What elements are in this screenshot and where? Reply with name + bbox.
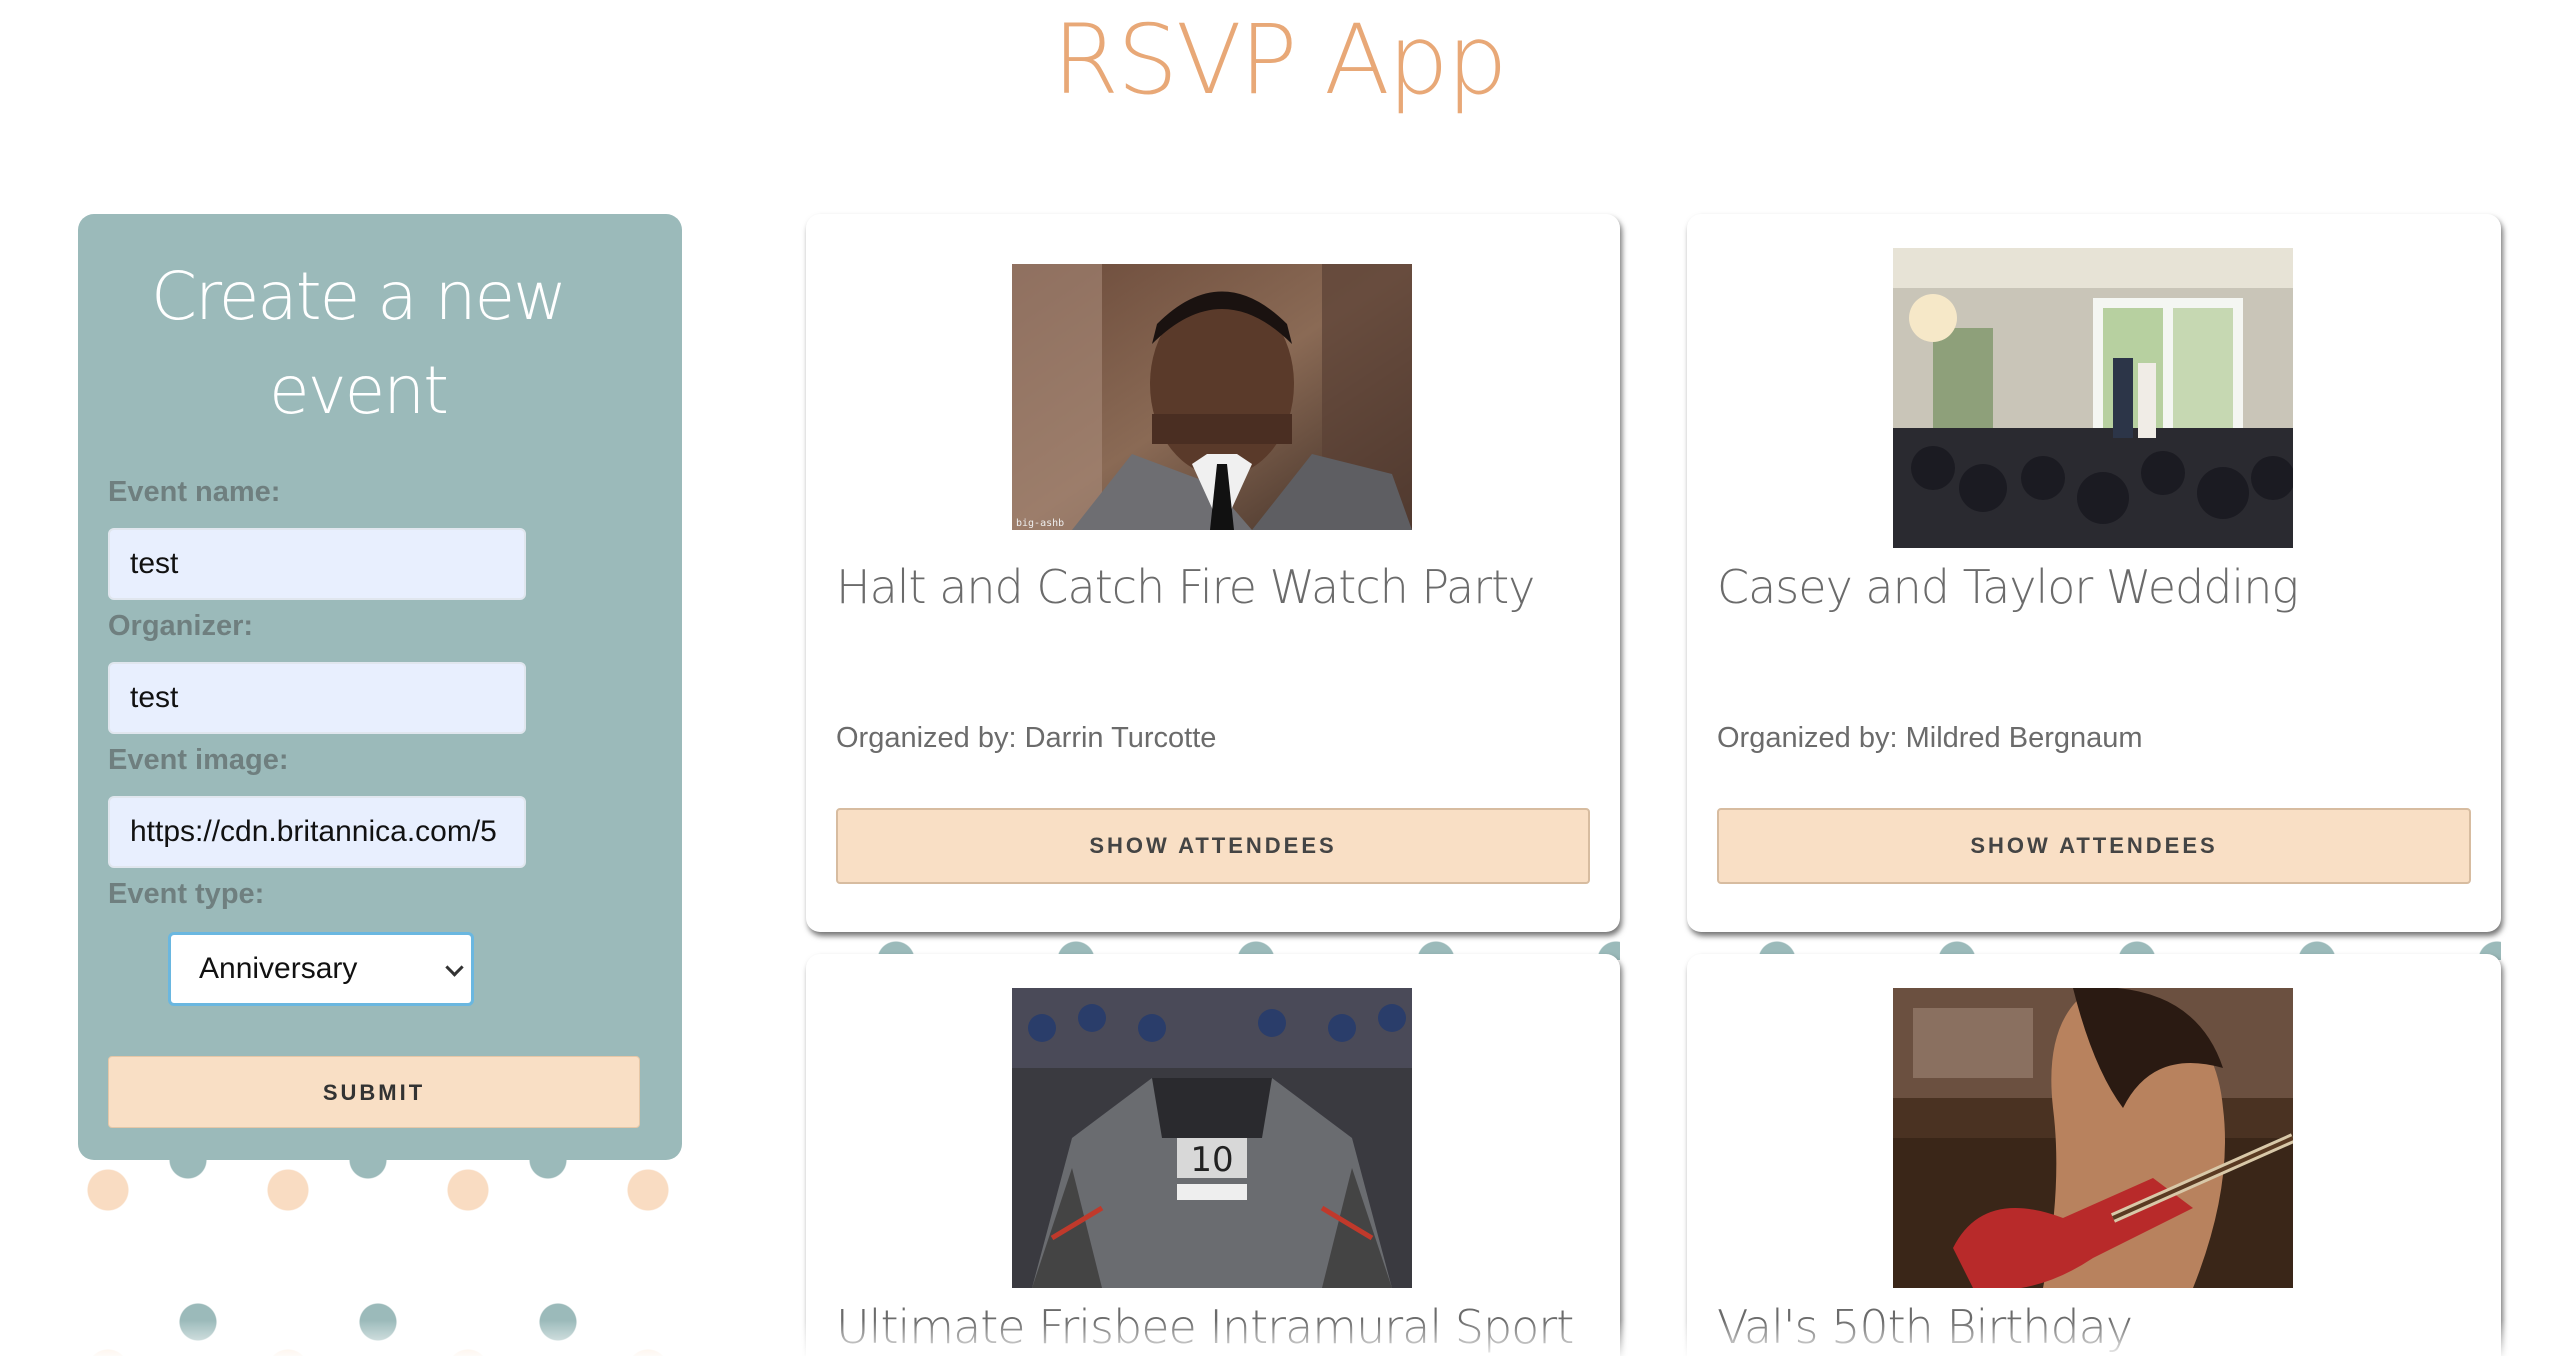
bottom-fade xyxy=(0,1320,2558,1356)
form-heading: Create a new event xyxy=(150,258,567,429)
panel-edge-dots xyxy=(78,1140,682,1180)
event-image-label: Event image: xyxy=(108,744,289,776)
event-image xyxy=(1893,988,2293,1288)
event-name-label: Event name: xyxy=(108,476,281,508)
svg-text:10: 10 xyxy=(1190,1140,1233,1180)
event-name-input[interactable]: test xyxy=(108,528,526,600)
event-card: big-ashb Halt and Catch Fire Watch Party… xyxy=(806,214,1620,932)
organizer-input[interactable]: test xyxy=(108,662,526,734)
event-type-select[interactable]: Anniversary xyxy=(168,932,474,1006)
event-image-input[interactable]: https://cdn.britannica.com/5 xyxy=(108,796,526,868)
event-image: big-ashb xyxy=(1012,264,1412,530)
image-caption: big-ashb xyxy=(1016,518,1064,529)
event-title: Casey and Taylor Wedding xyxy=(1717,560,2299,614)
event-card: Casey and Taylor Wedding Organized by: M… xyxy=(1687,214,2501,932)
event-card: Val's 50th Birthday xyxy=(1687,954,2501,1356)
submit-button[interactable]: SUBMIT xyxy=(108,1056,640,1128)
event-organizer: Organized by: Mildred Bergnaum xyxy=(1717,722,2143,754)
show-attendees-button[interactable]: SHOW ATTENDEES xyxy=(836,808,1590,884)
show-attendees-button[interactable]: SHOW ATTENDEES xyxy=(1717,808,2471,884)
event-title: Halt and Catch Fire Watch Party xyxy=(836,560,1535,614)
event-type-label: Event type: xyxy=(108,878,265,910)
event-organizer: Organized by: Darrin Turcotte xyxy=(836,722,1217,754)
event-image: 10 xyxy=(1012,988,1412,1288)
event-type-selected: Anniversary xyxy=(199,952,358,985)
event-image xyxy=(1893,248,2293,548)
chevron-down-icon xyxy=(445,958,464,977)
organizer-label: Organizer: xyxy=(108,610,254,642)
event-card: 10 Ultimate Frisbee Intramural Sport xyxy=(806,954,1620,1356)
app-title: RSVP App xyxy=(1052,4,1507,116)
app-root: RSVP App Create a new event Event name: … xyxy=(0,0,2558,1356)
create-event-panel: Create a new event Event name: test Orga… xyxy=(78,214,682,1160)
